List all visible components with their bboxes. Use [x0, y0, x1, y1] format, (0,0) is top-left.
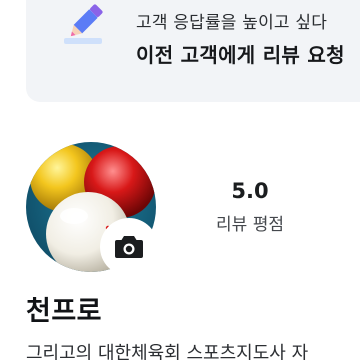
- camera-icon: [114, 234, 144, 260]
- change-photo-button[interactable]: [100, 218, 158, 276]
- review-request-banner[interactable]: 고객 응답률을 높이고 싶다 이전 고객에게 리뷰 요청: [26, 0, 360, 102]
- banner-text: 고객 응답률을 높이고 싶다 이전 고객에게 리뷰 요청: [136, 12, 345, 68]
- banner-title: 이전 고객에게 리뷰 요청: [136, 43, 345, 67]
- rating-stat[interactable]: 5.0 리뷰 평점: [190, 178, 310, 236]
- profile-stats: 5.0 리뷰 평점 리: [190, 178, 360, 248]
- profile-description: 그리고의 대한체육회 스포츠지도사 자: [26, 343, 309, 360]
- secondary-stat[interactable]: 리: [316, 178, 360, 210]
- pencil-icon: [60, 0, 110, 50]
- profile-page: 고객 응답률을 높이고 싶다 이전 고객에게 리뷰 요청 5.0 리뷰 평점 천…: [0, 0, 360, 360]
- rating-value: 5.0: [231, 179, 269, 203]
- profile-name: 천프로: [26, 296, 103, 327]
- rating-label: 리뷰 평점: [216, 215, 284, 235]
- secondary-stat-label: 리: [316, 188, 360, 210]
- banner-subtitle: 고객 응답률을 높이고 싶다: [136, 13, 328, 33]
